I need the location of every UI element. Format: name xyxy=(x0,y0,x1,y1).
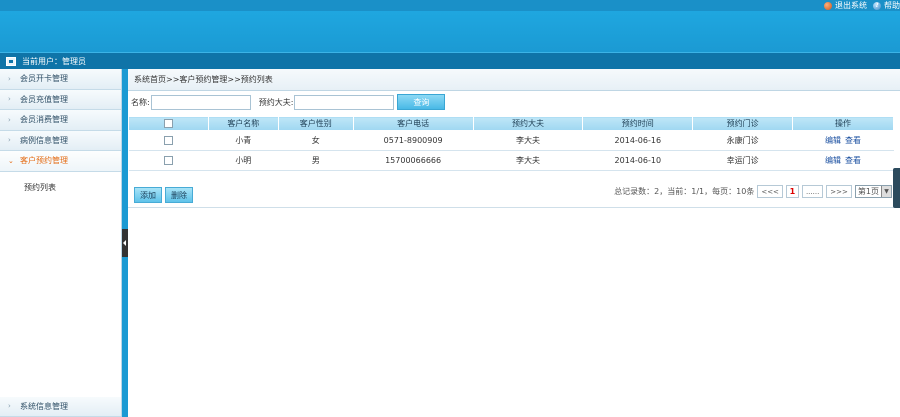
chevron-right-icon: › xyxy=(8,115,11,124)
sidebar-item-card-open[interactable]: › 会员开卡管理 xyxy=(0,69,121,90)
table-row: 小明 男 15700066666 李大夫 2014-06-10 幸运门诊 编辑查… xyxy=(128,150,894,171)
sidebar-item-label: 系统信息管理 xyxy=(20,401,68,411)
appointments-submenu: 预约列表 xyxy=(0,172,121,202)
help-icon: ? xyxy=(873,1,881,10)
exit-icon xyxy=(824,1,832,10)
customer-phone: 15700066666 xyxy=(353,150,474,171)
appointment-clinic: 永康门诊 xyxy=(692,130,793,151)
edit-link[interactable]: 编辑 xyxy=(825,156,841,165)
row-select-cell xyxy=(128,150,209,171)
prev-page-button[interactable]: <<< xyxy=(757,185,783,198)
appointment-clinic: 幸运门诊 xyxy=(692,150,793,171)
edit-link[interactable]: 编辑 xyxy=(825,136,841,145)
column-header: 操作 xyxy=(792,116,894,131)
column-header: 预约大夫 xyxy=(472,116,584,131)
more-pages-button[interactable]: ...... xyxy=(801,185,824,198)
name-filter-input[interactable] xyxy=(150,94,251,110)
doctor-filter-label: 预约大夫: xyxy=(258,97,294,107)
filter-bar: 名称: 预约大夫: 查询 xyxy=(128,91,900,113)
help-label: 帮助 xyxy=(884,1,900,10)
chevron-down-icon: ⌄ xyxy=(8,156,14,165)
table-row: 小青 女 0571-8900909 李大夫 2014-06-16 永康门诊 编辑… xyxy=(128,130,894,151)
sidebar-item-label: 会员充值管理 xyxy=(20,94,68,104)
customer-phone: 0571-8900909 xyxy=(353,130,474,151)
help-link[interactable]: ? 帮助 xyxy=(873,0,900,11)
sidebar-item-consumption[interactable]: › 会员消费管理 xyxy=(0,110,121,131)
sidebar-item-recharge[interactable]: › 会员充值管理 xyxy=(0,89,121,110)
row-actions: 编辑 查看 xyxy=(792,130,894,151)
doctor-filter-input[interactable] xyxy=(294,94,395,110)
sidebar-item-label: 会员开卡管理 xyxy=(20,74,68,84)
header-links: 退出系统 ? 帮助 xyxy=(824,0,900,11)
customer-name: 小青 xyxy=(208,130,279,151)
top-strip xyxy=(0,0,900,11)
appointment-doctor: 李大夫 xyxy=(473,130,583,151)
select-all-cell xyxy=(128,116,209,131)
column-header: 客户电话 xyxy=(352,116,474,131)
logout-link[interactable]: 退出系统 xyxy=(824,0,867,11)
page-select[interactable]: 第1页 ▼ xyxy=(854,185,892,198)
top-header: 退出系统 ? 帮助 xyxy=(0,0,900,52)
sidebar-item-appointments[interactable]: ⌄ 客户预约管理 xyxy=(0,151,121,172)
current-page[interactable]: 1 xyxy=(785,185,799,198)
name-filter-label: 名称: xyxy=(131,97,150,107)
appointment-time: 2014-06-10 xyxy=(582,150,693,171)
page-select-value: 第1页 xyxy=(857,187,879,196)
column-header: 预约门诊 xyxy=(692,116,794,131)
main-content: 系统首页>>客户预约管理>>预约列表 名称: 预约大夫: 查询 客户名称 客户性… xyxy=(128,69,900,417)
sidebar-item-label: 会员消费管理 xyxy=(20,115,68,125)
chevron-right-icon: › xyxy=(8,95,11,104)
appointment-time: 2014-06-16 xyxy=(582,130,693,151)
chevron-right-icon: › xyxy=(8,74,11,83)
row-select-cell xyxy=(128,130,209,151)
row-checkbox[interactable] xyxy=(163,136,173,145)
sidebar-item-system-info[interactable]: › 系统信息管理 xyxy=(0,396,121,417)
user-icon xyxy=(6,56,16,66)
appointment-table: 客户名称 客户性别 客户电话 预约大夫 预约时间 预约门诊 操作 小青 女 05… xyxy=(128,116,894,171)
customer-gender: 男 xyxy=(278,150,354,171)
table-actions: 添加 删除 xyxy=(134,187,193,203)
submenu-item-appointment-list[interactable]: 预约列表 xyxy=(24,183,56,192)
sidebar-bottom: › 系统信息管理 xyxy=(0,396,121,417)
row-checkbox[interactable] xyxy=(163,156,173,165)
user-bar: 当前用户：管理员 xyxy=(0,52,900,69)
view-link[interactable]: 查看 xyxy=(845,156,861,165)
column-header: 预约时间 xyxy=(582,116,694,131)
sidebar: › 会员开卡管理 › 会员充值管理 › 会员消费管理 › 病例信息管理 ⌄ 客户… xyxy=(0,69,122,417)
breadcrumb: 系统首页>>客户预约管理>>预约列表 xyxy=(128,69,900,91)
current-user-label: 当前用户：管理员 xyxy=(22,56,86,66)
sidebar-item-label: 病例信息管理 xyxy=(20,135,68,145)
appointment-doctor: 李大夫 xyxy=(473,150,583,171)
row-actions: 编辑 查看 xyxy=(792,150,894,171)
column-header: 客户性别 xyxy=(277,116,354,131)
sidebar-item-label: 客户预约管理 xyxy=(20,156,68,166)
select-all-checkbox[interactable] xyxy=(163,119,173,128)
table-header-row: 客户名称 客户性别 客户电话 预约大夫 预约时间 预约门诊 操作 xyxy=(128,116,894,131)
customer-name: 小明 xyxy=(208,150,279,171)
chevron-right-icon: › xyxy=(8,402,11,411)
chevron-right-icon: › xyxy=(8,136,11,145)
column-header: 客户名称 xyxy=(207,116,279,131)
customer-gender: 女 xyxy=(278,130,354,151)
logout-label: 退出系统 xyxy=(835,1,867,10)
delete-button[interactable]: 删除 xyxy=(165,187,193,203)
query-button[interactable]: 查询 xyxy=(397,94,446,110)
add-button[interactable]: 添加 xyxy=(134,187,162,203)
next-page-button[interactable]: >>> xyxy=(826,185,852,198)
pagination: 总记录数：2，当前：1/1，每页：10条 <<< 1 ...... >>> 第1… xyxy=(614,185,892,198)
sidebar-item-case-info[interactable]: › 病例信息管理 xyxy=(0,130,121,151)
pagination-summary: 总记录数：2，当前：1/1，每页：10条 xyxy=(614,187,755,196)
divider-line xyxy=(128,207,894,208)
view-link[interactable]: 查看 xyxy=(845,136,861,145)
dropdown-arrow-icon: ▼ xyxy=(881,186,891,197)
scrollbar-handle[interactable] xyxy=(893,168,900,208)
